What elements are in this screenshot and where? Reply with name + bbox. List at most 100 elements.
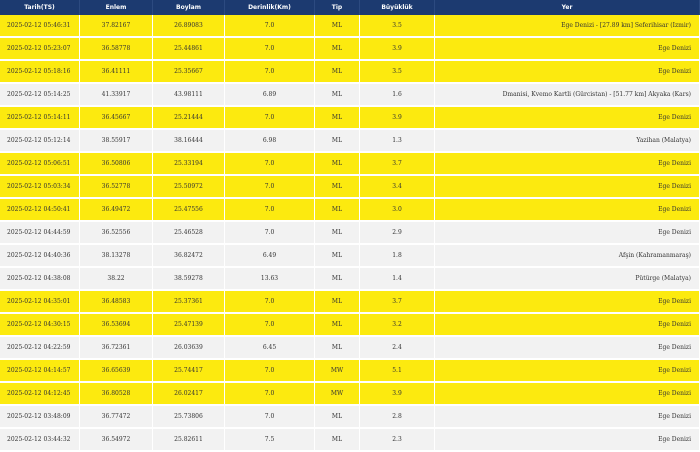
cell-latitude: 38.22	[80, 268, 153, 291]
cell-type: ML	[315, 15, 360, 38]
cell-depth: 7.0	[225, 291, 315, 314]
cell-magnitude: 5.1	[360, 360, 435, 383]
header-longitude[interactable]: Boylam	[153, 0, 225, 15]
cell-latitude: 36.80528	[80, 383, 153, 406]
cell-latitude: 36.41111	[80, 61, 153, 84]
cell-type: ML	[315, 222, 360, 245]
table-row[interactable]: 2025-02-12 04:35:01 36.48583 25.37361 7.0 ML…	[0, 291, 700, 314]
cell-longitude: 26.89083	[153, 15, 225, 38]
cell-depth: 7.0	[225, 15, 315, 38]
cell-date: 2025-02-12 04:14:57	[0, 360, 80, 383]
cell-date: 2025-02-12 05:12:14	[0, 130, 80, 153]
cell-depth: 6.45	[225, 337, 315, 360]
cell-longitude: 25.21444	[153, 107, 225, 130]
cell-date: 2025-02-12 05:46:31	[0, 15, 80, 38]
cell-longitude: 25.44861	[153, 38, 225, 61]
table-row[interactable]: 2025-02-12 04:50:41 36.49472 25.47556 7.0 ML…	[0, 199, 700, 222]
cell-depth: 7.0	[225, 199, 315, 222]
table-body: 2025-02-12 05:46:31 37.82167 26.89083 7.0 ML…	[0, 15, 700, 452]
cell-date: 2025-02-12 04:12:45	[0, 383, 80, 406]
header-type[interactable]: Tip	[315, 0, 360, 15]
cell-magnitude: 3.9	[360, 38, 435, 61]
header-depth[interactable]: Derinlik(Km)	[225, 0, 315, 15]
cell-date: 2025-02-12 05:06:51	[0, 153, 80, 176]
table-row[interactable]: 2025-02-12 05:14:11 36.45667 25.21444 7.0 ML…	[0, 107, 700, 130]
cell-date: 2025-02-12 04:38:08	[0, 268, 80, 291]
cell-longitude: 25.37361	[153, 291, 225, 314]
table-row[interactable]: 2025-02-12 04:40:36 38.13278 36.82472 6.49 M…	[0, 245, 700, 268]
cell-location: Ege Denizi	[435, 38, 700, 61]
cell-depth: 7.0	[225, 314, 315, 337]
table-row[interactable]: 2025-02-12 04:30:15 36.53694 25.47139 7.0 ML…	[0, 314, 700, 337]
cell-date: 2025-02-12 04:22:59	[0, 337, 80, 360]
cell-location: Ege Denizi	[435, 61, 700, 84]
cell-latitude: 36.53694	[80, 314, 153, 337]
cell-type: MW	[315, 360, 360, 383]
cell-latitude: 38.13278	[80, 245, 153, 268]
cell-longitude: 38.16444	[153, 130, 225, 153]
table-row[interactable]: 2025-02-12 05:12:14 38.55917 38.16444 6.98 M…	[0, 130, 700, 153]
cell-location: Ege Denizi	[435, 199, 700, 222]
table-row[interactable]: 2025-02-12 03:44:32 36.54972 25.82611 7.5 ML…	[0, 429, 700, 452]
cell-type: ML	[315, 245, 360, 268]
cell-date: 2025-02-12 05:23:07	[0, 38, 80, 61]
cell-longitude: 36.82472	[153, 245, 225, 268]
cell-type: ML	[315, 314, 360, 337]
cell-latitude: 36.54972	[80, 429, 153, 452]
cell-depth: 7.0	[225, 61, 315, 84]
cell-date: 2025-02-12 04:44:59	[0, 222, 80, 245]
cell-magnitude: 2.3	[360, 429, 435, 452]
table-row[interactable]: 2025-02-12 05:46:31 37.82167 26.89083 7.0 ML…	[0, 15, 700, 38]
header-date[interactable]: Tarih(TS)	[0, 0, 80, 15]
cell-location: Ege Denizi	[435, 360, 700, 383]
table-row[interactable]: 2025-02-12 04:12:45 36.80528 26.02417 7.0 MW…	[0, 383, 700, 406]
cell-location: Ege Denizi	[435, 107, 700, 130]
cell-type: ML	[315, 199, 360, 222]
table-row[interactable]: 2025-02-12 03:48:09 36.77472 25.73806 7.0 ML…	[0, 406, 700, 429]
cell-depth: 6.89	[225, 84, 315, 107]
table-row[interactable]: 2025-02-12 05:18:16 36.41111 25.35667 7.0 ML…	[0, 61, 700, 84]
table-row[interactable]: 2025-02-12 04:14:57 36.65639 25.74417 7.0 MW…	[0, 360, 700, 383]
cell-type: ML	[315, 176, 360, 199]
header-location[interactable]: Yer	[435, 0, 700, 15]
table-row[interactable]: 2025-02-12 04:22:59 36.72361 26.03639 6.45 M…	[0, 337, 700, 360]
cell-magnitude: 3.7	[360, 291, 435, 314]
cell-magnitude: 3.7	[360, 153, 435, 176]
header-magnitude[interactable]: Büyüklük	[360, 0, 435, 15]
cell-magnitude: 2.8	[360, 406, 435, 429]
cell-location: Ege Denizi	[435, 406, 700, 429]
table-row[interactable]: 2025-02-12 04:38:08 38.22 38.59278 13.63 ML 1…	[0, 268, 700, 291]
header-latitude[interactable]: Enlem	[80, 0, 153, 15]
cell-date: 2025-02-12 04:30:15	[0, 314, 80, 337]
cell-latitude: 36.48583	[80, 291, 153, 314]
cell-location: Pütürge (Malatya)	[435, 268, 700, 291]
cell-longitude: 43.98111	[153, 84, 225, 107]
cell-location: Yazihan (Malatya)	[435, 130, 700, 153]
cell-depth: 7.0	[225, 153, 315, 176]
table-row[interactable]: 2025-02-12 05:06:51 36.50806 25.33194 7.0 ML…	[0, 153, 700, 176]
cell-date: 2025-02-12 04:50:41	[0, 199, 80, 222]
table-row[interactable]: 2025-02-12 05:23:07 36.58778 25.44861 7.0 ML…	[0, 38, 700, 61]
cell-depth: 7.0	[225, 383, 315, 406]
cell-location: Ege Denizi	[435, 176, 700, 199]
cell-magnitude: 1.4	[360, 268, 435, 291]
cell-latitude: 36.65639	[80, 360, 153, 383]
cell-location: Ege Denizi - [27.89 km] Seferihisar (Izm…	[435, 15, 700, 38]
table-row[interactable]: 2025-02-12 04:44:59 36.52556 25.46528 7.0 ML…	[0, 222, 700, 245]
cell-depth: 7.0	[225, 107, 315, 130]
cell-longitude: 25.35667	[153, 61, 225, 84]
cell-date: 2025-02-12 03:48:09	[0, 406, 80, 429]
cell-magnitude: 2.4	[360, 337, 435, 360]
cell-latitude: 36.58778	[80, 38, 153, 61]
cell-location: Dmanisi, Kvemo Kartli (Gürcistan) - [51.…	[435, 84, 700, 107]
table-row[interactable]: 2025-02-12 05:14:25 41.33917 43.98111 6.89 M…	[0, 84, 700, 107]
cell-magnitude: 1.6	[360, 84, 435, 107]
cell-type: ML	[315, 291, 360, 314]
table-row[interactable]: 2025-02-12 05:03:34 36.52778 25.50972 7.0 ML…	[0, 176, 700, 199]
cell-type: ML	[315, 337, 360, 360]
cell-longitude: 25.82611	[153, 429, 225, 452]
cell-type: ML	[315, 38, 360, 61]
earthquake-table: Tarih(TS) Enlem Boylam Derinlik(Km) Tip …	[0, 0, 700, 452]
cell-date: 2025-02-12 05:03:34	[0, 176, 80, 199]
cell-type: ML	[315, 61, 360, 84]
